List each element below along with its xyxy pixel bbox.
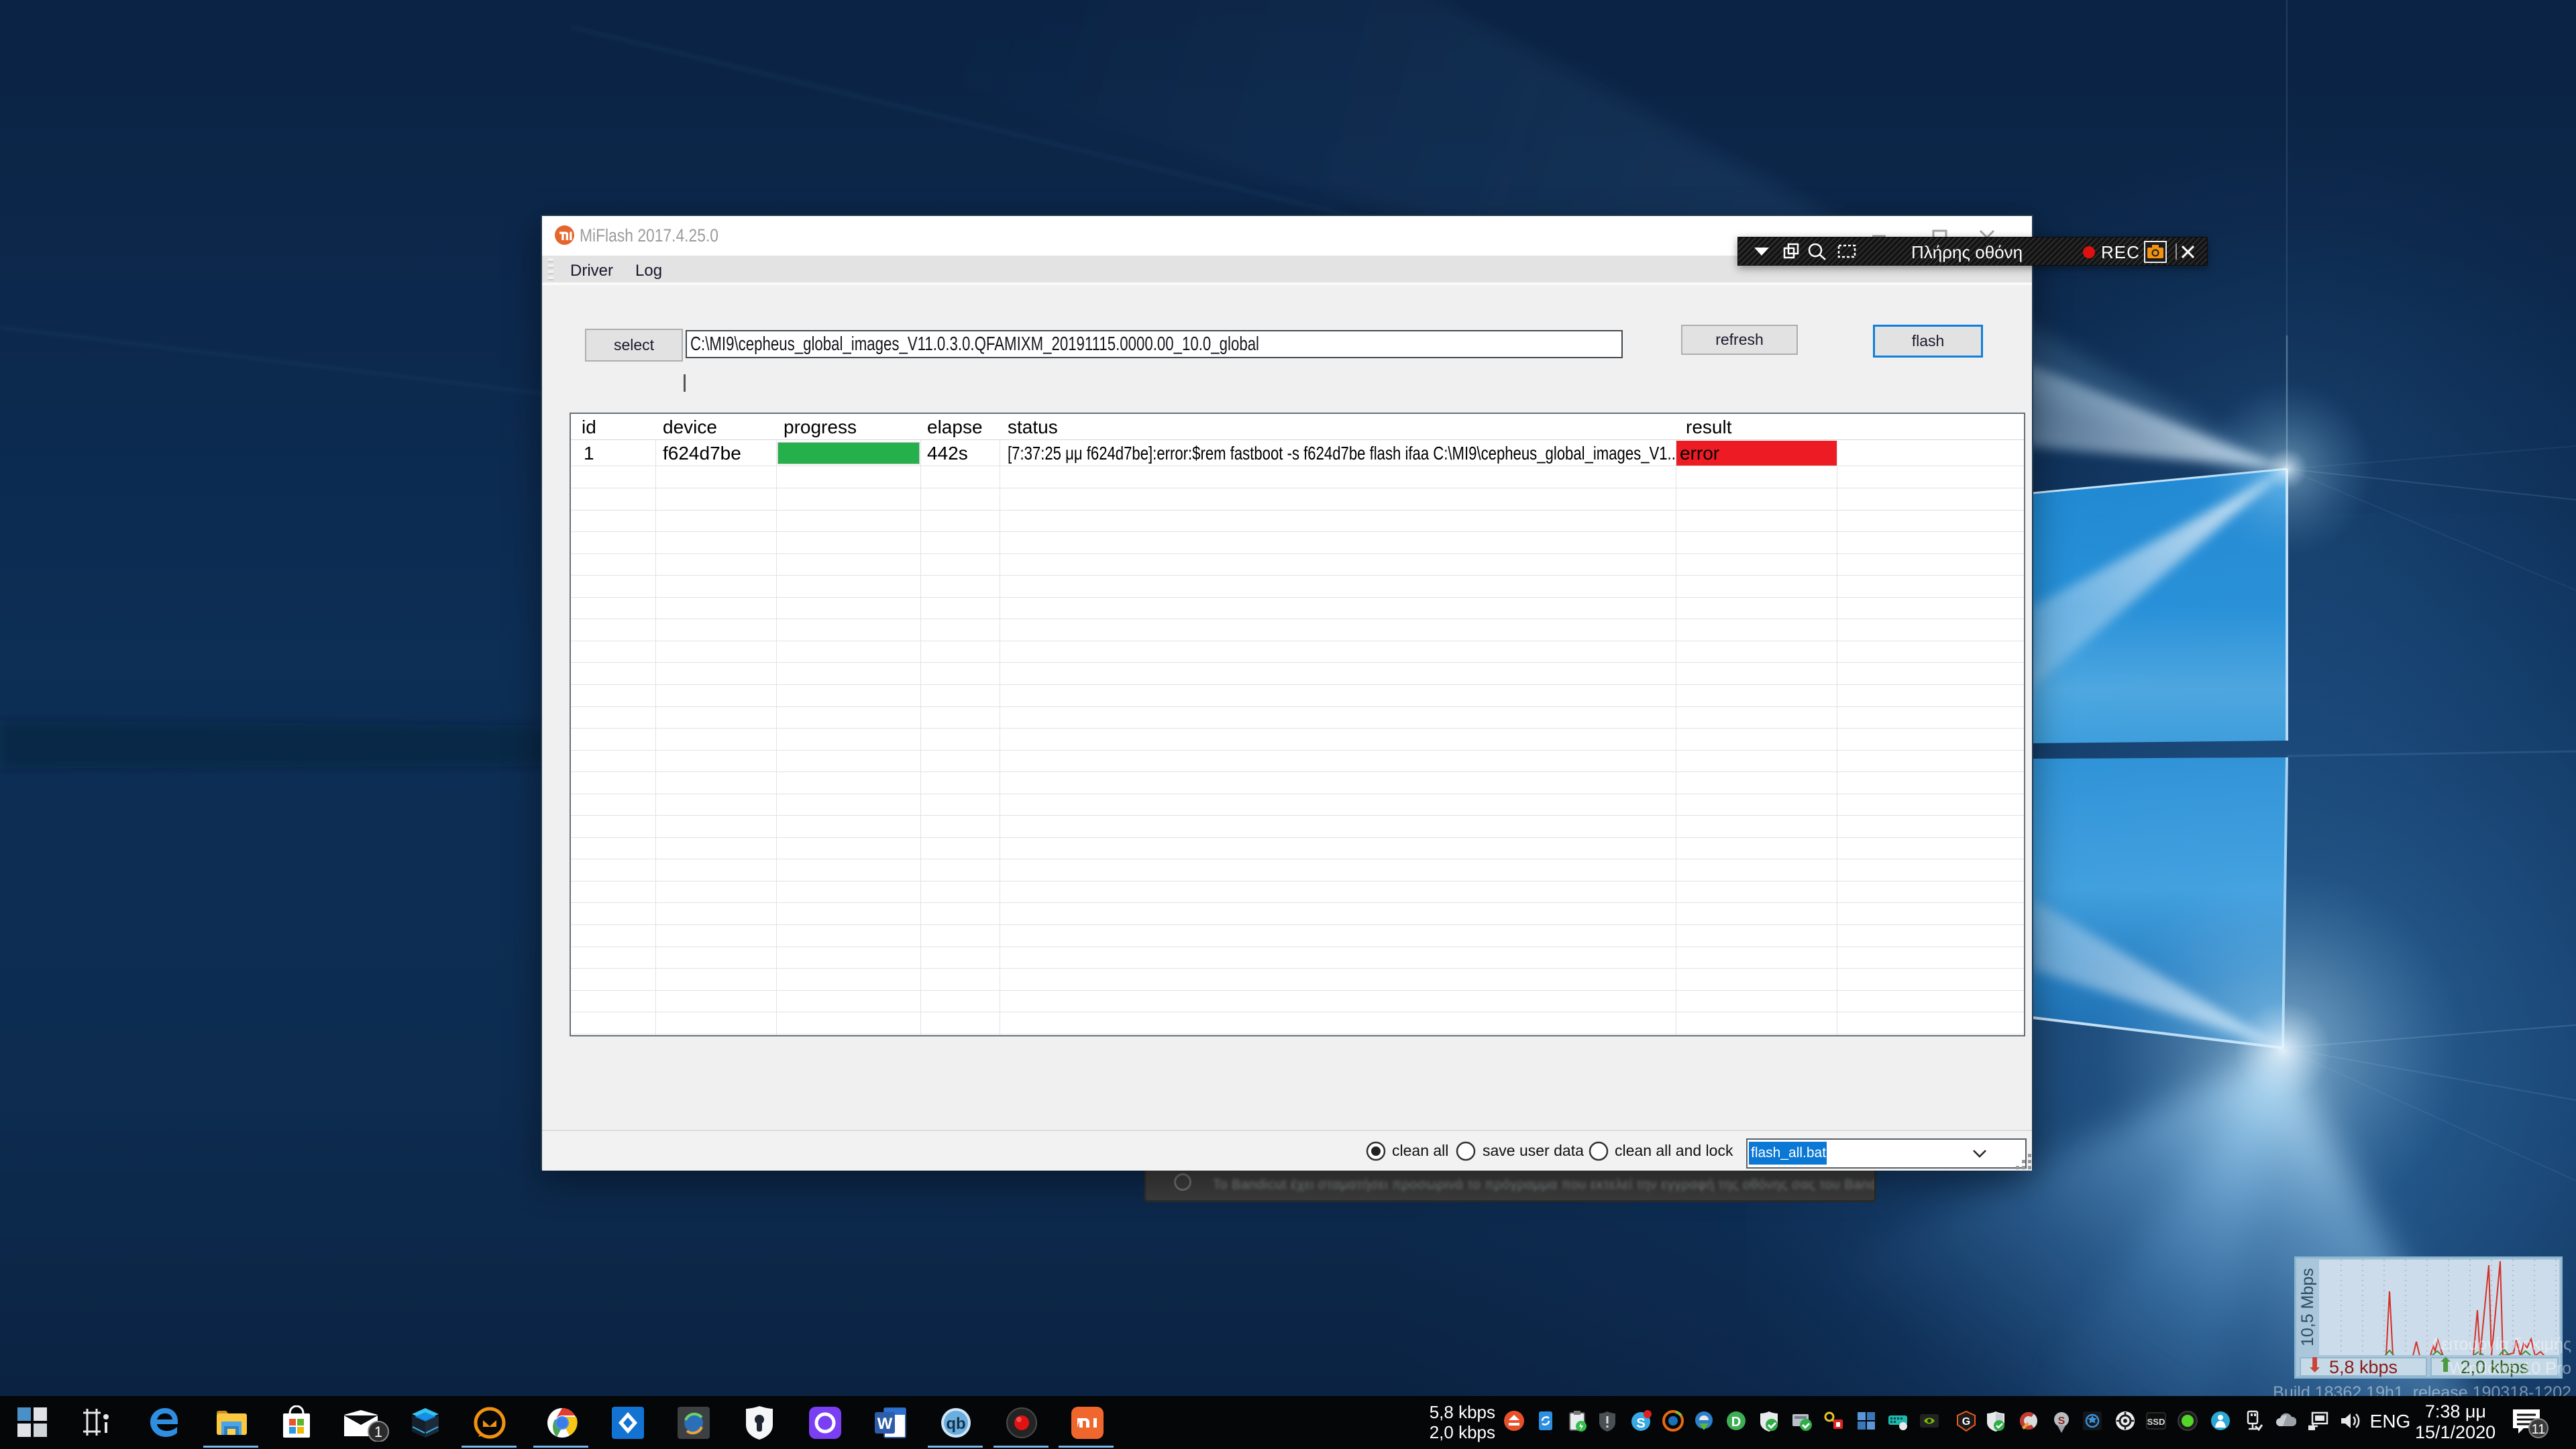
svg-text:11: 11 [2532, 1422, 2546, 1437]
svg-text:S: S [2058, 1415, 2065, 1427]
svg-text:G: G [1962, 1416, 1970, 1428]
svg-text:W: W [877, 1415, 893, 1433]
svg-text:D: D [1731, 1415, 1741, 1430]
svg-text:S: S [1636, 1416, 1645, 1431]
svg-text:SSD: SSD [2147, 1417, 2165, 1427]
svg-text:1: 1 [374, 1424, 382, 1440]
svg-text:qb: qb [946, 1415, 965, 1433]
